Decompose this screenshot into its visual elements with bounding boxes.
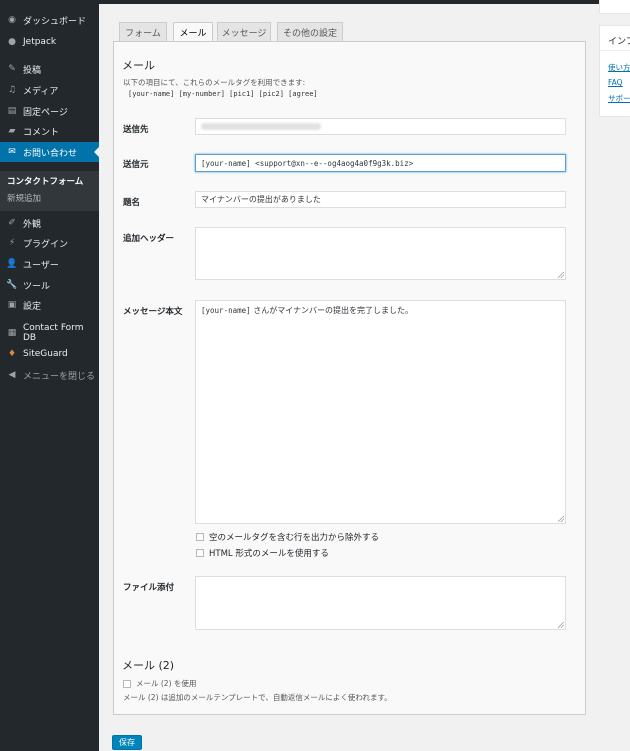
wrench-icon: 🔧 bbox=[6, 280, 18, 290]
attachments-label: ファイル添付 bbox=[123, 583, 175, 593]
save-button[interactable]: 保存 bbox=[112, 735, 142, 750]
sidebar-item-label: 固定ページ bbox=[23, 107, 68, 118]
side-box-top bbox=[599, 0, 630, 14]
sidebar-item-label: メニューを閉じる bbox=[23, 371, 96, 382]
resize-handle-icon[interactable] bbox=[558, 622, 564, 628]
mail-icon: ✉ bbox=[8, 147, 16, 157]
sidebar-item-tools[interactable]: 🔧 ツール bbox=[0, 275, 99, 295]
subject-label: 題名 bbox=[123, 198, 141, 208]
submenu-contact-forms[interactable]: コンタクトフォーム bbox=[7, 175, 83, 187]
sidebar-item-label: ダッシュボード bbox=[23, 16, 87, 27]
to-label: 送信先 bbox=[123, 125, 149, 135]
exclude-blank-label: 空のメールタグを含む行を出力から除外する bbox=[209, 533, 380, 543]
admin-sidebar: ◉ ダッシュボード ● Jetpack ✎ 投稿 ♫ メディア ▤ 固定ページ ▰ コメント… bbox=[0, 4, 99, 751]
use-mail2-label: メール (2) を使用 bbox=[136, 679, 197, 688]
exclude-blank-option[interactable]: 空のメールタグを含む行を出力から除外する bbox=[196, 531, 379, 543]
sidebar-item-label: 投稿 bbox=[23, 65, 42, 76]
message-body-field[interactable]: [your-name] さんがマイナンバーの提出を完了しました。 bbox=[195, 300, 566, 524]
use-mail2-checkbox[interactable] bbox=[123, 679, 131, 688]
sidebar-item-media[interactable]: ♫ メディア bbox=[0, 80, 99, 100]
tab-additional-settings[interactable]: その他の設定 bbox=[277, 22, 343, 41]
plugin-icon: ⚡ bbox=[8, 238, 16, 248]
sidebar-item-collapse[interactable]: ◀ メニューを閉じる bbox=[0, 365, 99, 385]
guard-icon: ♦ bbox=[7, 349, 17, 359]
to-field[interactable] bbox=[195, 118, 566, 135]
message-body-label: メッセージ本文 bbox=[123, 307, 183, 317]
sidebar-item-appearance[interactable]: ✐ 外観 bbox=[0, 213, 99, 233]
sidebar-item-posts[interactable]: ✎ 投稿 bbox=[0, 59, 99, 79]
sidebar-item-contact[interactable]: ✉ お問い合わせ bbox=[0, 142, 99, 162]
sidebar-item-label: メディア bbox=[23, 86, 59, 97]
submenu-add-new[interactable]: 新規追加 bbox=[7, 192, 41, 204]
database-icon: ▦ bbox=[7, 328, 17, 338]
html-format-option[interactable]: HTML 形式のメールを使用する bbox=[196, 547, 329, 559]
sidebar-item-plugins[interactable]: ⚡ プラグイン bbox=[0, 233, 99, 253]
sidebar-item-pages[interactable]: ▤ 固定ページ bbox=[0, 101, 99, 121]
info-box-title: インフォメーション bbox=[608, 37, 630, 47]
brush-icon: ✐ bbox=[8, 218, 16, 228]
tab-form[interactable]: フォーム bbox=[119, 22, 167, 41]
collapse-icon: ◀ bbox=[8, 370, 16, 380]
sidebar-item-label: コメント bbox=[23, 127, 60, 138]
tab-messages[interactable]: メッセージ bbox=[217, 22, 271, 41]
info-box-divider bbox=[600, 50, 630, 51]
resize-handle-icon[interactable] bbox=[558, 516, 564, 522]
sidebar-item-label: プラグイン bbox=[23, 239, 69, 250]
use-mail2-option[interactable]: メール (2) を使用 bbox=[123, 678, 196, 689]
sidebar-item-label: Contact Form DB bbox=[22, 323, 84, 343]
body-mail-tag: [your-name] bbox=[201, 306, 251, 315]
exclude-blank-checkbox[interactable] bbox=[196, 533, 204, 541]
sidebar-item-comments[interactable]: ▰ コメント bbox=[0, 121, 99, 141]
info-link-support[interactable]: サポート bbox=[608, 93, 630, 104]
jetpack-icon: ● bbox=[8, 37, 16, 47]
sidebar-item-dashboard[interactable]: ◉ ダッシュボード bbox=[0, 10, 99, 30]
additional-headers-field[interactable] bbox=[195, 227, 566, 280]
sidebar-item-label: SiteGuard bbox=[23, 349, 68, 359]
tab-mail[interactable]: メール bbox=[173, 22, 213, 42]
sidebar-item-label: ユーザー bbox=[23, 260, 59, 271]
mail2-heading: メール (2) bbox=[122, 659, 175, 672]
sidebar-item-settings[interactable]: ▣ 設定 bbox=[0, 295, 99, 315]
sidebar-item-contact-form-db[interactable]: ▦ Contact Form DB bbox=[0, 323, 99, 343]
page-icon: ▤ bbox=[7, 106, 17, 116]
settings-icon: ▣ bbox=[7, 300, 17, 310]
body-text: さんがマイナンバーの提出を完了しました。 bbox=[250, 306, 414, 315]
mail-tags-list: [your-name] [my-number] [pic1] [pic2] [a… bbox=[128, 90, 318, 98]
sidebar-item-jetpack[interactable]: ● Jetpack bbox=[0, 32, 99, 52]
html-format-checkbox[interactable] bbox=[196, 549, 204, 557]
sidebar-item-label: 外観 bbox=[23, 219, 42, 230]
info-link-faq[interactable]: FAQ bbox=[608, 78, 623, 87]
redacted-recipient bbox=[201, 123, 321, 130]
sidebar-item-users[interactable]: 👤 ユーザー bbox=[0, 254, 99, 274]
resize-handle-icon[interactable] bbox=[558, 272, 564, 278]
subject-field[interactable]: マイナンバーの提出がありました bbox=[195, 191, 566, 208]
mail-heading: メール bbox=[122, 59, 155, 72]
sidebar-item-label: 設定 bbox=[23, 301, 42, 312]
mail-tags-description: 以下の項目にて、これらのメールタグを利用できます: bbox=[123, 78, 306, 87]
additional-headers-label: 追加ヘッダー bbox=[123, 234, 175, 244]
pin-icon: ✎ bbox=[8, 64, 16, 74]
info-box: インフォメーション 使い方 FAQ サポート bbox=[599, 25, 630, 117]
contact-submenu: コンタクトフォーム 新規追加 bbox=[0, 171, 99, 211]
sidebar-item-label: ツール bbox=[23, 281, 51, 292]
sidebar-item-label: お問い合わせ bbox=[23, 148, 78, 159]
html-format-label: HTML 形式のメールを使用する bbox=[209, 549, 329, 559]
media-icon: ♫ bbox=[7, 85, 17, 95]
comment-icon: ▰ bbox=[8, 126, 16, 136]
from-field[interactable]: [your-name] <support@xn--e--og4aog4a0f9g… bbox=[195, 154, 566, 172]
user-icon: 👤 bbox=[6, 259, 18, 269]
sidebar-item-siteguard[interactable]: ♦ SiteGuard bbox=[0, 344, 99, 364]
mail2-description: メール (2) は追加のメールテンプレートで、自動返信メールによく使われます。 bbox=[123, 693, 392, 702]
sidebar-item-label: Jetpack bbox=[23, 37, 57, 47]
attachments-field[interactable] bbox=[195, 576, 566, 630]
dashboard-icon: ◉ bbox=[8, 15, 16, 25]
active-indicator bbox=[94, 147, 99, 157]
from-label: 送信元 bbox=[123, 160, 149, 170]
info-link-usage[interactable]: 使い方 bbox=[608, 62, 630, 73]
